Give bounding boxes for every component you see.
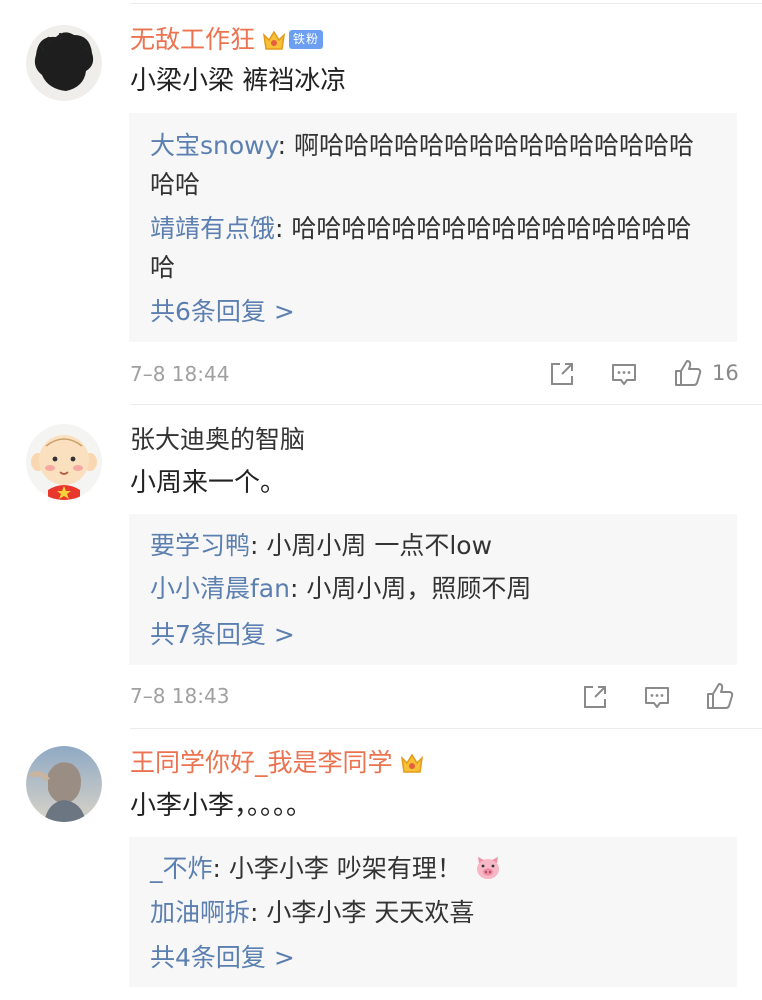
reply-author[interactable]: 大宝snowy [150,131,278,160]
comment-text: 小李小李，。。。。 [130,791,313,821]
share-button[interactable] [548,359,576,389]
divider [130,728,762,729]
comment-text: 小周来一个。 [130,468,287,498]
reply-button[interactable] [610,359,638,389]
reply-text: 小周小周 一点不low [266,531,493,560]
reply-text: 小李小李 吵架有理！ [228,854,462,883]
reply-author[interactable]: _不炸 [150,854,213,883]
username-text[interactable]: 无敌工作狂 [130,25,255,54]
reply-box[interactable]: 要学习鸭: 小周小周 一点不low 小小清晨fan: 小周小周，照顾不周 共7条… [129,514,737,665]
like-count: 16 [712,361,739,385]
like-icon [673,358,703,388]
username-text[interactable]: 张大迪奥的智脑 [130,425,305,454]
reply-sep: : [277,131,294,160]
more-replies-link[interactable]: 共7条回复 > [150,618,295,652]
reply-sep: : [212,854,229,883]
reply-text: 小李小李 天天欢喜 [266,898,475,927]
comment-icon [610,360,638,388]
pig-emoji-icon [474,853,502,892]
reply-sep: : [250,898,267,927]
reply-author[interactable]: 加油啊拆 [150,898,250,927]
reply-item[interactable]: _不炸: 小李小李 吵架有理！ [150,849,713,892]
divider [130,404,762,405]
username[interactable]: 无敌工作狂 铁粉 [130,24,324,60]
reply-box[interactable]: 大宝snowy: 啊哈哈哈哈哈哈哈哈哈哈哈哈哈哈哈哈哈 靖靖有点饿: 哈哈哈哈哈… [129,113,737,342]
like-button[interactable]: 16 [673,358,739,388]
comment-time: 7–8 18:43 [130,684,230,708]
fan-badge: 铁粉 [289,30,324,49]
avatar[interactable] [26,424,102,500]
comment-icon [643,683,671,711]
username[interactable]: 张大迪奥的智脑 [130,424,305,456]
reply-item[interactable]: 小小清晨fan: 小周小周，照顾不周 [150,569,713,608]
reply-button[interactable] [643,682,671,712]
reply-item[interactable]: 靖靖有点饿: 哈哈哈哈哈哈哈哈哈哈哈哈哈哈哈哈哈 [150,209,713,287]
reply-author[interactable]: 要学习鸭 [150,531,250,560]
like-button[interactable] [705,681,735,711]
reply-box[interactable]: _不炸: 小李小李 吵架有理！ 加油啊拆: 小李小李 天天欢喜 共4条回复 > [129,837,737,987]
crown-icon [399,751,425,783]
username-text[interactable]: 王同学你好_我是李同学 [130,748,393,777]
more-replies-link[interactable]: 共6条回复 > [150,295,295,329]
reply-author[interactable]: 小小清晨fan [150,574,290,603]
reply-sep: : [289,574,307,603]
crown-icon [261,28,287,60]
share-icon [548,360,576,388]
reply-item[interactable]: 要学习鸭: 小周小周 一点不low [150,526,713,565]
username[interactable]: 王同学你好_我是李同学 [130,747,425,783]
like-icon [705,681,735,711]
share-button[interactable] [581,682,609,712]
reply-item[interactable]: 加油啊拆: 小李小李 天天欢喜 [150,893,713,932]
divider-top [130,3,762,4]
reply-sep: : [250,531,267,560]
share-icon [581,683,609,711]
reply-text: 小周小周，照顾不周 [306,574,532,603]
reply-sep: : [275,214,292,243]
reply-item[interactable]: 大宝snowy: 啊哈哈哈哈哈哈哈哈哈哈哈哈哈哈哈哈哈 [150,126,713,204]
more-replies-link[interactable]: 共4条回复 > [150,941,295,975]
comment-text: 小梁小梁 裤裆冰凉 [130,66,347,96]
reply-author[interactable]: 靖靖有点饿 [150,214,275,243]
avatar[interactable] [26,25,102,101]
avatar[interactable] [26,746,102,822]
comment-time: 7–8 18:44 [130,362,230,386]
